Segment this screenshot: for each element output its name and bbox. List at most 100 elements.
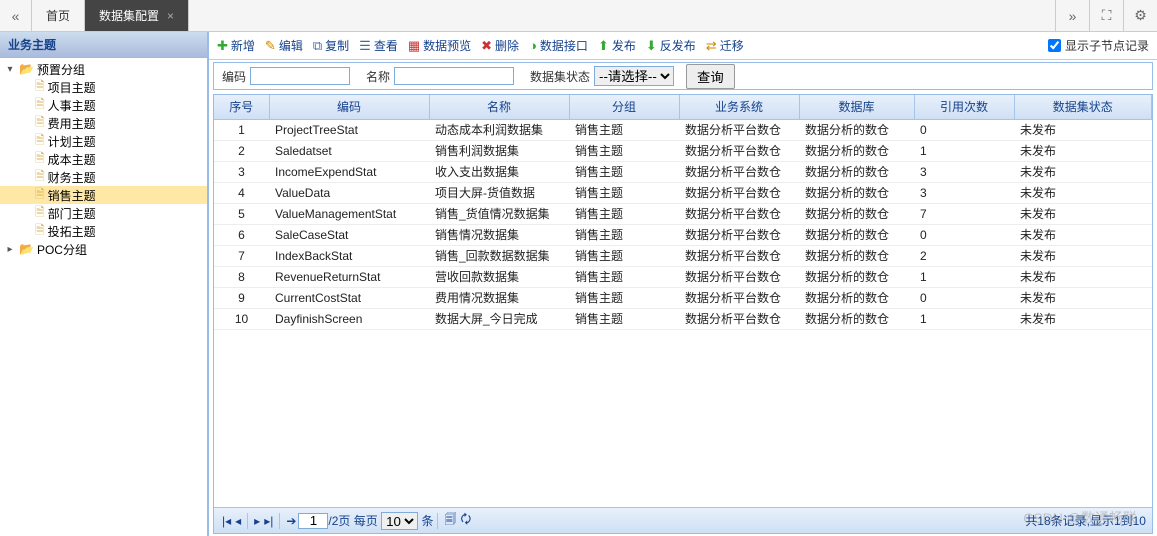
cell-code: IncomeExpendStat [269,161,429,182]
down-icon: ⬇ [646,38,657,54]
cell-code: RevenueReturnStat [269,266,429,287]
view-button[interactable]: ☰查看 [359,37,398,54]
state-select[interactable]: --请选择-- [594,66,674,86]
tree-node[interactable]: 🗎费用主题 [0,114,207,132]
expand-icon[interactable]: ▸ [4,244,16,255]
page-prev[interactable]: ◂ [235,514,241,528]
page-first[interactable]: |◂ [222,514,231,528]
tabs-scroll-right[interactable]: » [1055,0,1089,31]
tree-node[interactable]: ▸📂POC分组 [0,240,207,258]
perpage-select[interactable]: 10 [381,512,418,530]
tree-label: 预置分组 [37,61,85,78]
sidebar-title: 业务主题 [0,32,207,58]
col-state[interactable]: 数据集状态 [1014,95,1152,119]
cell-name: 费用情况数据集 [429,287,569,308]
tree-node[interactable]: 🗎投拓主题 [0,222,207,240]
tree-label: POC分组 [37,241,87,258]
collapse-icon[interactable]: ▾ [4,64,16,75]
cell-biz: 数据分析平台数仓 [679,245,799,266]
cell-ref: 7 [914,203,1014,224]
table-row[interactable]: 4ValueData项目大屏-货值数据销售主题数据分析平台数仓数据分析的数仓3未… [214,182,1152,203]
show-child-checkbox[interactable]: 显示子节点记录 [1048,37,1149,54]
tabs-scroll-left[interactable]: « [0,0,32,31]
cell-code: CurrentCostStat [269,287,429,308]
cell-db: 数据分析的数仓 [799,245,914,266]
table-row[interactable]: 7IndexBackStat销售_回款数据数据集销售主题数据分析平台数仓数据分析… [214,245,1152,266]
delete-button[interactable]: ✖删除 [481,37,519,54]
col-code[interactable]: 编码 [269,95,429,119]
tree-node[interactable]: 🗎成本主题 [0,150,207,168]
cell-seq: 7 [214,245,269,266]
move-button[interactable]: ⇄迁移 [706,37,744,54]
col-db[interactable]: 数据库 [799,95,914,119]
refresh-icon[interactable]: 🗘 [460,510,471,531]
col-group[interactable]: 分组 [569,95,679,119]
col-biz[interactable]: 业务系统 [679,95,799,119]
cell-db: 数据分析的数仓 [799,119,914,140]
name-input[interactable] [394,67,514,85]
query-button[interactable]: 查询 [686,64,735,89]
filterbar: 编码 名称 数据集状态 --请选择-- 查询 [213,62,1153,90]
cell-state: 未发布 [1014,119,1152,140]
tree-node[interactable]: 🗎计划主题 [0,132,207,150]
cell-group: 销售主题 [569,140,679,161]
tree-node[interactable]: 🗎项目主题 [0,78,207,96]
state-label: 数据集状态 [530,68,590,85]
table-row[interactable]: 5ValueManagementStat销售_货值情况数据集销售主题数据分析平台… [214,203,1152,224]
cell-state: 未发布 [1014,182,1152,203]
tree-label: 财务主题 [48,169,96,186]
gear-icon[interactable]: ⚙ [1123,0,1157,31]
x-icon: ✖ [481,38,492,54]
table-row[interactable]: 3IncomeExpendStat收入支出数据集销售主题数据分析平台数仓数据分析… [214,161,1152,182]
edit-button[interactable]: ✎编辑 [265,37,303,54]
table-row[interactable]: 2Saledatset销售利润数据集销售主题数据分析平台数仓数据分析的数仓1未发… [214,140,1152,161]
tree-label: 项目主题 [48,79,96,96]
pager-summary: 共18条记录,显示1到10 [1025,512,1146,529]
tree-node[interactable]: ▾📂预置分组 [0,60,207,78]
cell-group: 销售主题 [569,224,679,245]
cell-group: 销售主题 [569,308,679,329]
cell-name: 销售情况数据集 [429,224,569,245]
cell-seq: 1 [214,119,269,140]
tree-node[interactable]: 🗎销售主题 [0,186,207,204]
tree-node[interactable]: 🗎人事主题 [0,96,207,114]
tree-label: 人事主题 [48,97,96,114]
copy-button[interactable]: ⧉复制 [313,37,349,54]
perpage-label: 每页 [354,512,378,529]
close-icon[interactable]: × [167,9,174,23]
publish-button[interactable]: ⬆发布 [598,37,636,54]
table-row[interactable]: 10DayfinishScreen数据大屏_今日完成销售主题数据分析平台数仓数据… [214,308,1152,329]
show-child-input[interactable] [1048,39,1061,52]
code-input[interactable] [250,67,350,85]
export-icon[interactable]: 🗐 [444,510,456,531]
col-seq[interactable]: 序号 [214,95,269,119]
table-row[interactable]: 8RevenueReturnStat营收回款数据集销售主题数据分析平台数仓数据分… [214,266,1152,287]
add-button[interactable]: ✚新增 [217,37,255,54]
code-label: 编码 [222,68,246,85]
cell-biz: 数据分析平台数仓 [679,182,799,203]
table-row[interactable]: 9CurrentCostStat费用情况数据集销售主题数据分析平台数仓数据分析的… [214,287,1152,308]
col-name[interactable]: 名称 [429,95,569,119]
cell-ref: 3 [914,161,1014,182]
api-button[interactable]: ◑数据接口 [529,37,588,54]
cell-group: 销售主题 [569,245,679,266]
page-next[interactable]: ▸ [254,514,260,528]
cell-code: DayfinishScreen [269,308,429,329]
table-row[interactable]: 1ProjectTreeStat动态成本利润数据集销售主题数据分析平台数仓数据分… [214,119,1152,140]
cell-name: 项目大屏-货值数据 [429,182,569,203]
cell-state: 未发布 [1014,224,1152,245]
content: ✚新增 ✎编辑 ⧉复制 ☰查看 ▦数据预览 ✖删除 ◑数据接口 ⬆发布 ⬇反发布… [209,32,1157,536]
toolbar: ✚新增 ✎编辑 ⧉复制 ☰查看 ▦数据预览 ✖删除 ◑数据接口 ⬆发布 ⬇反发布… [209,32,1157,60]
page-go[interactable]: ➔ [286,514,296,528]
tab-dataset-config[interactable]: 数据集配置 × [85,0,189,31]
page-last[interactable]: ▸| [264,514,273,528]
page-input[interactable] [298,513,328,529]
table-row[interactable]: 6SaleCaseStat销售情况数据集销售主题数据分析平台数仓数据分析的数仓0… [214,224,1152,245]
tree-node[interactable]: 🗎部门主题 [0,204,207,222]
unpublish-button[interactable]: ⬇反发布 [646,37,696,54]
tree-node[interactable]: 🗎财务主题 [0,168,207,186]
fullscreen-icon[interactable]: ⛶ [1089,0,1123,31]
col-ref[interactable]: 引用次数 [914,95,1014,119]
tab-home[interactable]: 首页 [32,0,85,31]
preview-button[interactable]: ▦数据预览 [408,37,471,54]
